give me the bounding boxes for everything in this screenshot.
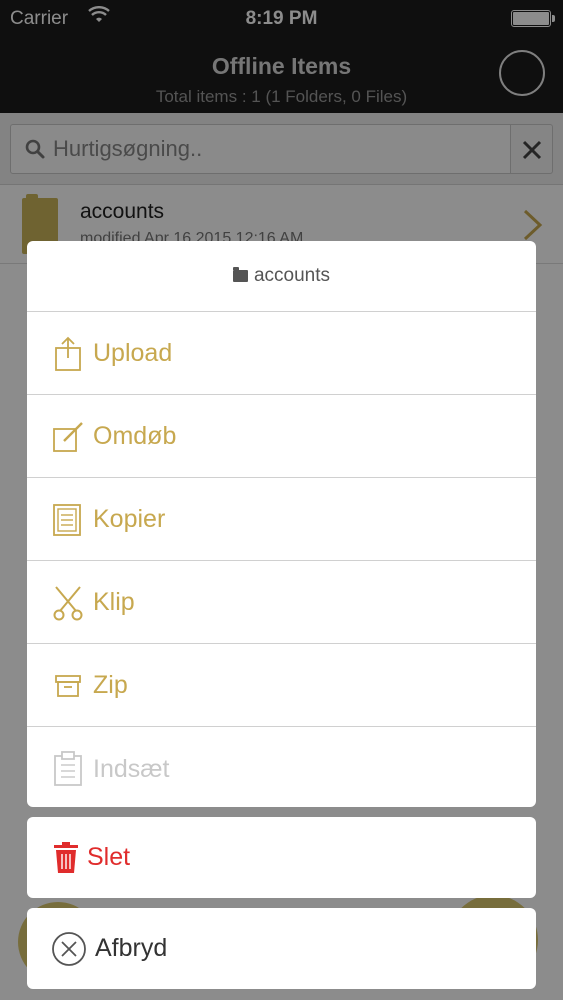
- paste-button[interactable]: Indsæt: [27, 728, 536, 807]
- cut-button[interactable]: Klip: [27, 562, 536, 644]
- cancel-button[interactable]: Afbryd: [27, 908, 536, 989]
- rename-icon: [51, 417, 85, 457]
- rename-label: Omdøb: [93, 422, 177, 450]
- folder-icon: [232, 267, 248, 282]
- action-sheet: accounts Upload Omdøb Kopier Klip Zip In…: [27, 241, 536, 807]
- paste-label: Indsæt: [93, 754, 170, 783]
- delete-label: Slet: [87, 843, 131, 871]
- zip-button[interactable]: Zip: [27, 645, 536, 727]
- action-sheet-title-label: accounts: [253, 265, 331, 286]
- upload-icon: [51, 334, 85, 374]
- copy-label: Kopier: [93, 505, 166, 533]
- copy-button[interactable]: Kopier: [27, 479, 536, 561]
- paste-icon: [51, 749, 85, 789]
- cut-label: Klip: [93, 588, 135, 616]
- cancel-circle-icon: [52, 931, 86, 966]
- zip-label: Zip: [93, 671, 128, 699]
- delete-button[interactable]: Slet: [27, 817, 536, 898]
- copy-icon: [51, 500, 85, 540]
- trash-icon: [51, 838, 81, 878]
- archive-icon: [51, 666, 85, 706]
- action-sheet-title: accounts: [27, 241, 536, 312]
- upload-label: Upload: [93, 339, 173, 367]
- scissors-icon: [51, 583, 85, 623]
- rename-button[interactable]: Omdøb: [27, 396, 536, 478]
- cancel-label: Afbryd: [95, 934, 168, 962]
- upload-button[interactable]: Upload: [27, 313, 536, 395]
